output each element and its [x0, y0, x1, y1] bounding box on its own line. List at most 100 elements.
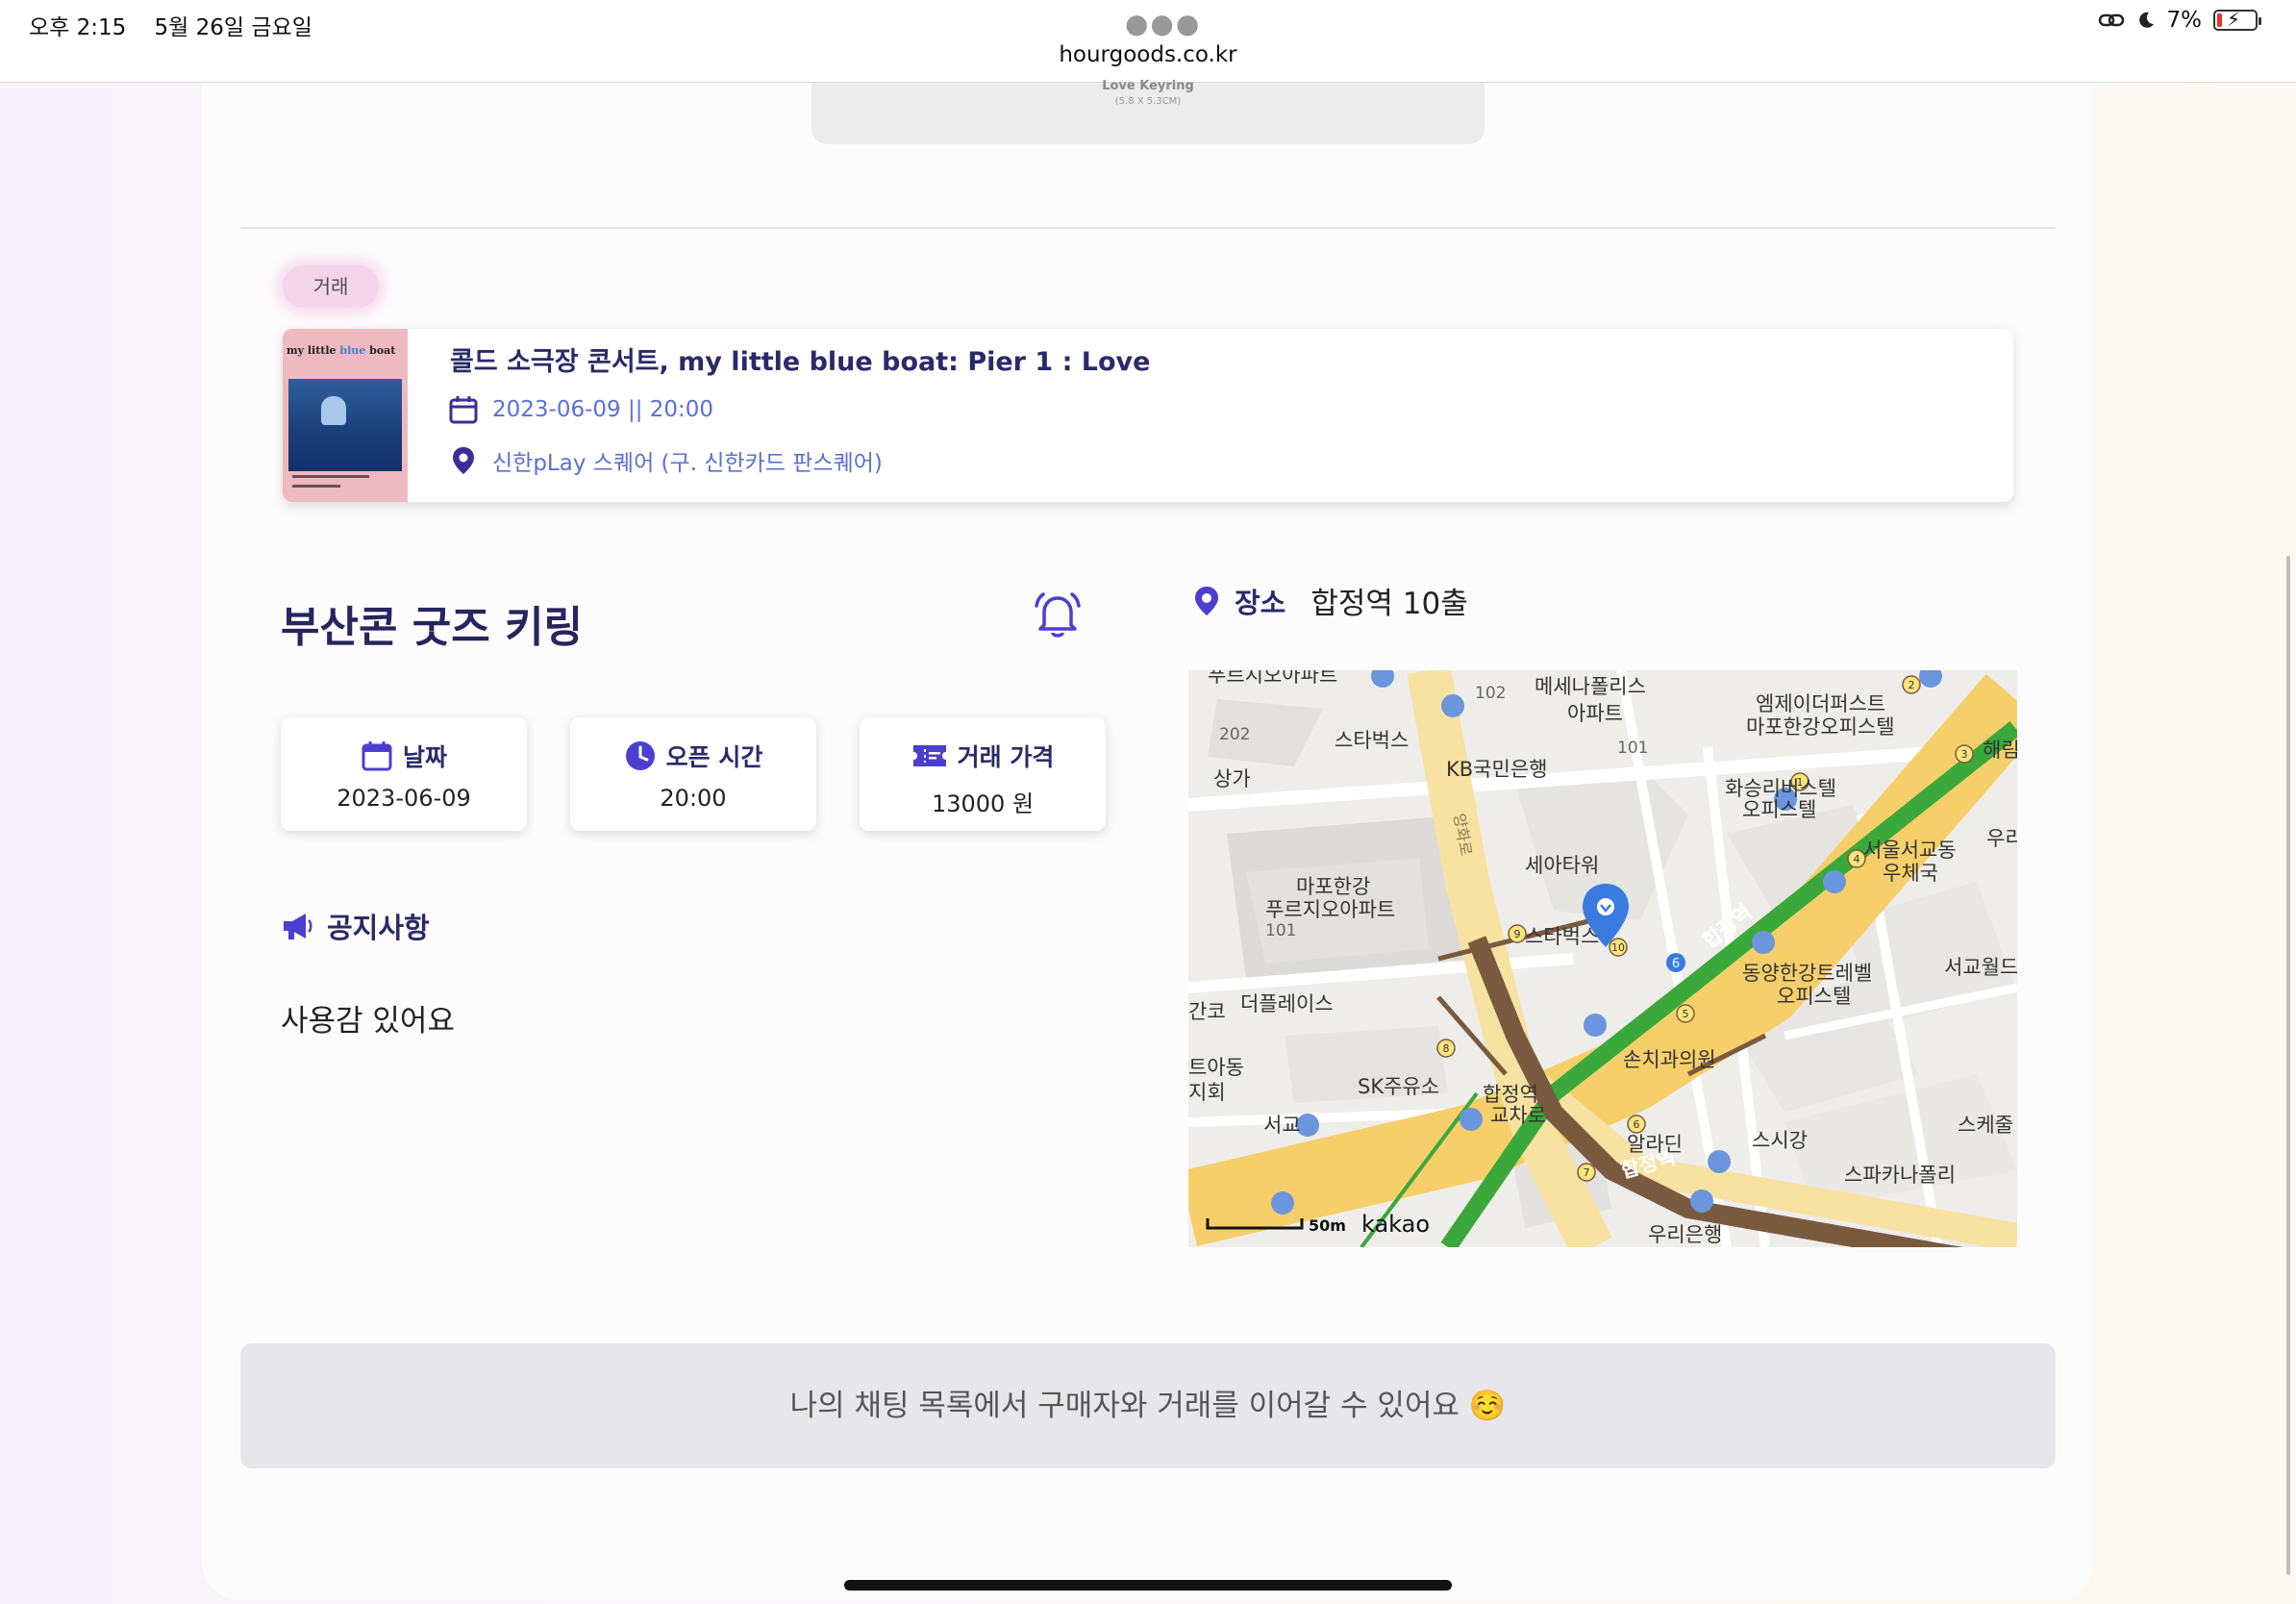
- info-head: 오픈 시간: [570, 739, 816, 773]
- poster-figure: [321, 396, 346, 425]
- calendar-icon: [449, 396, 478, 424]
- info-label: 거래 가격: [957, 743, 1055, 771]
- notice-heading: 공지사항: [281, 906, 430, 946]
- svg-text:푸르지오아파트: 푸르지오아파트: [1208, 670, 1337, 687]
- page-scrollbar[interactable]: [2286, 556, 2290, 1575]
- svg-text:3: 3: [1961, 748, 1968, 761]
- info-value: 2023-06-09: [337, 785, 471, 812]
- svg-text:6: 6: [1634, 1118, 1640, 1131]
- svg-text:마포한강: 마포한강: [1296, 875, 1370, 898]
- browser-status-bar: 오후 2:15 5월 26일 금요일 ●●● hourgoods.co.kr 7…: [0, 0, 2296, 83]
- concert-date-row: 2023-06-09 || 20:00: [448, 394, 713, 425]
- concert-title[interactable]: 콜드 소극장 콘서트, my little blue boat: Pier 1 …: [450, 340, 1150, 378]
- goods-title: 부산콘 굿즈 키링: [281, 603, 583, 652]
- tab-menu-dots-icon[interactable]: ●●●: [1125, 8, 1201, 39]
- poster-artwork: [288, 379, 402, 471]
- svg-text:4: 4: [1854, 853, 1860, 865]
- poster-line: [292, 485, 340, 488]
- place-label: 장소: [1235, 586, 1286, 619]
- svg-text:스타벅스: 스타벅스: [1335, 729, 1409, 752]
- notice-title: 공지사항: [327, 912, 430, 944]
- svg-text:202: 202: [1219, 725, 1250, 744]
- home-indicator[interactable]: [844, 1580, 1452, 1591]
- svg-text:간코: 간코: [1188, 1000, 1226, 1023]
- battery-icon: ⚡: [2213, 8, 2261, 31]
- svg-text:상가: 상가: [1213, 767, 1251, 790]
- svg-text:우리은행: 우리은행: [1648, 1223, 1722, 1246]
- time-text: 오후 2:15: [29, 15, 127, 40]
- info-value: 20:00: [660, 785, 727, 812]
- svg-text:해림: 해림: [1983, 739, 2017, 762]
- kakao-map[interactable]: 2314 9 10 5 8 67 6 합정역 합정역 양화로 푸르지오아파트 202 …: [1188, 670, 2017, 1247]
- svg-text:지회: 지회: [1188, 1081, 1226, 1104]
- svg-text:8: 8: [1443, 1042, 1450, 1055]
- ticket-icon: [912, 745, 946, 766]
- svg-text:5: 5: [1683, 1008, 1689, 1020]
- svg-text:우체국: 우체국: [1883, 862, 1938, 885]
- svg-text:6: 6: [1672, 957, 1680, 971]
- svg-text:알라딘: 알라딘: [1627, 1133, 1683, 1156]
- concert-datetime: 2023-06-09 || 20:00: [492, 397, 714, 422]
- link-icon: [2098, 13, 2124, 27]
- svg-text:102: 102: [1475, 684, 1506, 703]
- info-head: 거래 가격: [860, 739, 1106, 773]
- svg-text:손치과의원: 손치과의원: [1623, 1048, 1716, 1071]
- info-label: 날짜: [402, 743, 447, 771]
- concert-venue: 신한pLay 스퀘어 (구. 신한카드 판스퀘어): [492, 451, 883, 476]
- clock-icon: [625, 741, 655, 770]
- svg-text:SK주유소: SK주유소: [1358, 1075, 1439, 1098]
- info-box-date: 날짜 2023-06-09: [281, 717, 527, 831]
- svg-text:엠제이더퍼스트: 엠제이더퍼스트: [1756, 692, 1885, 715]
- svg-text:마포한강오피스텔: 마포한강오피스텔: [1746, 715, 1895, 739]
- address-bar-url[interactable]: hourgoods.co.kr: [0, 42, 2296, 67]
- svg-text:세아타워: 세아타워: [1525, 854, 1599, 877]
- svg-text:교차로: 교차로: [1490, 1104, 1546, 1127]
- image-caption: Love Keyring: [1102, 79, 1194, 93]
- svg-text:2: 2: [1909, 679, 1915, 691]
- info-label: 오픈 시간: [665, 743, 763, 771]
- chat-guide-banner: 나의 채팅 목록에서 구매자와 거래를 이어갈 수 있어요 ☺️: [240, 1343, 2056, 1468]
- svg-text:101: 101: [1617, 739, 1648, 758]
- status-time: 오후 2:15 5월 26일 금요일: [29, 9, 312, 41]
- battery-percent: 7%: [2166, 8, 2203, 33]
- concert-card[interactable]: my little blue boat 콜드 소극장 콘서트, my littl…: [283, 329, 2013, 502]
- svg-text:합정역: 합정역: [1483, 1083, 1538, 1106]
- svg-text:아파트: 아파트: [1567, 702, 1623, 725]
- map-canvas[interactable]: 2314 91058 67 6 합정역 합정역 양화로 푸르지오아파트 202 …: [1188, 670, 2017, 1247]
- location-pin-icon: [1195, 586, 1218, 615]
- svg-text:kakao: kakao: [1361, 1211, 1430, 1238]
- svg-text:더플레이스: 더플레이스: [1240, 992, 1334, 1015]
- previous-goods-image: Love Keyring (5.8 X 5.3CM): [811, 79, 1485, 144]
- svg-text:스시강: 스시강: [1752, 1129, 1808, 1152]
- info-box-price: 거래 가격 13000 원: [860, 717, 1106, 831]
- notice-text: 사용감 있어요: [281, 1004, 455, 1039]
- svg-text:메세나폴리스: 메세나폴리스: [1535, 675, 1646, 698]
- svg-text:50m: 50m: [1309, 1216, 1346, 1235]
- moon-icon: [2138, 12, 2154, 28]
- place-heading: 장소 합정역 10출: [1192, 579, 1468, 622]
- info-head: 날짜: [281, 739, 527, 773]
- location-pin-icon: [453, 447, 474, 474]
- svg-text:서교월드: 서교월드: [1944, 956, 2017, 979]
- svg-text:스케줄: 스케줄: [1958, 1114, 2013, 1137]
- svg-text:스타벅스: 스타벅스: [1525, 925, 1599, 948]
- svg-text:화승리버스텔: 화승리버스텔: [1725, 777, 1836, 800]
- megaphone-icon: [284, 914, 312, 940]
- notification-bell-icon[interactable]: [1031, 589, 1085, 646]
- image-size-text: (5.8 X 5.3CM): [1114, 96, 1182, 107]
- trade-tag: 거래: [283, 265, 379, 308]
- poster-line: [292, 475, 369, 478]
- svg-text:트아동: 트아동: [1188, 1056, 1244, 1079]
- date-text: 5월 26일 금요일: [154, 15, 312, 40]
- svg-text:오피스텔: 오피스텔: [1777, 985, 1851, 1008]
- svg-text:KB국민은행: KB국민은행: [1446, 758, 1547, 781]
- svg-text:우리: 우리: [1986, 827, 2017, 850]
- calendar-icon: [362, 741, 392, 771]
- svg-text:7: 7: [1584, 1166, 1590, 1179]
- goods-detail-card: Love Keyring (5.8 X 5.3CM) 거래 my little …: [202, 79, 2094, 1600]
- svg-text:푸르지오아파트: 푸르지오아파트: [1265, 898, 1395, 921]
- svg-text:오피스텔: 오피스텔: [1742, 798, 1816, 821]
- svg-text:101: 101: [1265, 921, 1296, 940]
- svg-text:10: 10: [1611, 941, 1625, 954]
- svg-text:스파카나폴리: 스파카나폴리: [1844, 1164, 1956, 1187]
